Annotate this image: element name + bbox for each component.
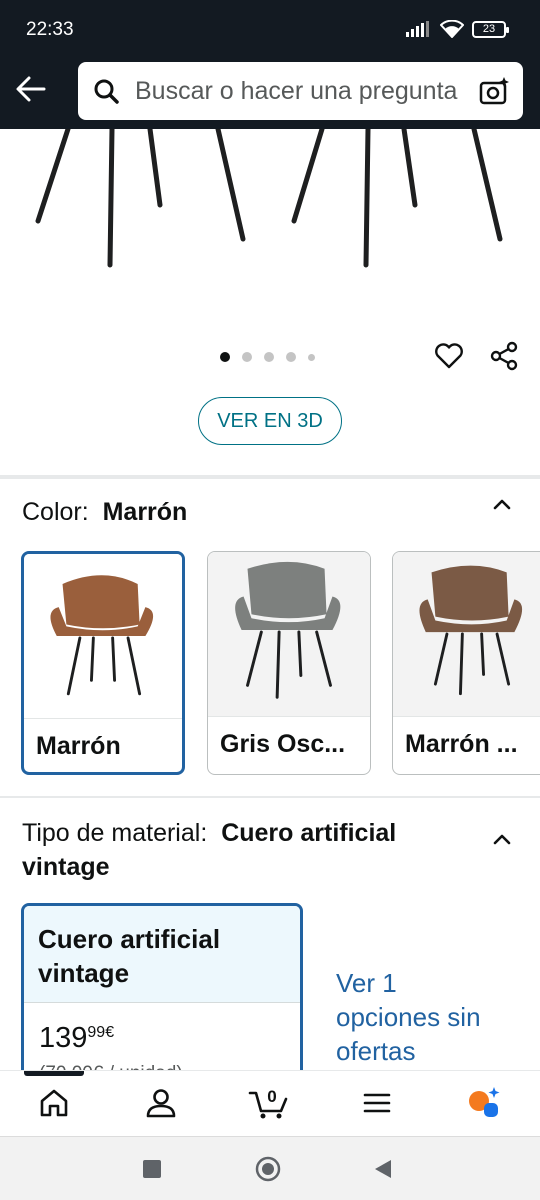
- color-swatch-marron-2[interactable]: Marrón ...: [392, 551, 540, 775]
- material-heading: Tipo de material: Cuero artificial vinta…: [22, 816, 462, 884]
- recents-icon[interactable]: [142, 1159, 162, 1179]
- material-option-card[interactable]: Cuero artificial vintage 13999€ (70,00€ …: [21, 903, 303, 1083]
- battery-icon: 23: [472, 20, 509, 38]
- carousel-dot-3[interactable]: [264, 352, 274, 362]
- carousel-dot-5[interactable]: [308, 353, 315, 361]
- signal-icon: [406, 21, 429, 37]
- cart-icon[interactable]: 0: [248, 1085, 290, 1121]
- home-icon[interactable]: [36, 1085, 72, 1121]
- chevron-up-icon[interactable]: [490, 492, 514, 516]
- color-heading: Color: Marrón: [22, 498, 187, 527]
- other-options-link[interactable]: Ver 1 opciones sin ofertas: [336, 966, 516, 1068]
- section-divider: [0, 475, 540, 479]
- wifi-icon: [440, 20, 464, 38]
- heart-icon[interactable]: [433, 340, 465, 372]
- price: 13999€: [39, 1022, 114, 1055]
- material-label: Tipo de material:: [22, 819, 208, 847]
- status-icons: 23: [406, 20, 509, 38]
- section-divider: [0, 796, 540, 798]
- swatch-label: Gris Osc...: [220, 730, 346, 758]
- home-circle-icon[interactable]: [255, 1156, 281, 1182]
- system-nav-bar: [0, 1136, 540, 1200]
- swatch-label: Marrón: [36, 732, 121, 760]
- search-input[interactable]: Buscar o hacer una pregunta: [78, 62, 523, 120]
- rufus-ai-icon[interactable]: [466, 1085, 502, 1121]
- search-icon: [94, 79, 119, 104]
- search-header: Buscar o hacer una pregunta: [0, 60, 540, 129]
- carousel-dots[interactable]: [220, 352, 315, 362]
- material-selected-line2: vintage: [22, 853, 110, 881]
- status-time: 22:33: [26, 19, 74, 40]
- material-selected-line1: Cuero artificial: [221, 819, 397, 847]
- material-option-title: Cuero artificial vintage: [24, 906, 300, 1002]
- product-image[interactable]: [0, 129, 540, 339]
- color-selected: Marrón: [102, 498, 188, 526]
- chair-thumbnail: [24, 554, 182, 718]
- view-3d-button[interactable]: VER EN 3D: [198, 397, 342, 445]
- carousel-dot-4[interactable]: [286, 352, 296, 362]
- price-currency: €: [105, 1024, 115, 1041]
- back-arrow-icon[interactable]: [14, 74, 48, 104]
- color-label: Color:: [22, 498, 89, 526]
- bottom-nav: 0: [0, 1070, 540, 1136]
- chair-thumbnail: [393, 552, 540, 716]
- price-fraction: 99: [87, 1024, 106, 1041]
- color-swatch-gris-oscuro[interactable]: Gris Osc...: [207, 551, 371, 775]
- color-swatch-marron[interactable]: Marrón: [21, 551, 185, 775]
- carousel-dot-2[interactable]: [242, 352, 252, 362]
- camera-search-icon[interactable]: [478, 75, 510, 107]
- back-triangle-icon[interactable]: [372, 1158, 394, 1180]
- cart-count: 0: [267, 1087, 276, 1106]
- swatch-label: Marrón ...: [405, 730, 518, 758]
- search-placeholder: Buscar o hacer una pregunta: [135, 77, 458, 105]
- status-bar: 22:33 23: [0, 0, 540, 60]
- nav-active-indicator: [24, 1071, 84, 1076]
- share-icon[interactable]: [488, 340, 520, 372]
- carousel-dot-1[interactable]: [220, 352, 230, 362]
- price-whole: 139: [39, 1022, 88, 1054]
- chevron-up-icon[interactable]: [490, 827, 514, 851]
- menu-icon[interactable]: [359, 1085, 395, 1121]
- chair-thumbnail: [208, 552, 370, 716]
- account-icon[interactable]: [143, 1085, 179, 1121]
